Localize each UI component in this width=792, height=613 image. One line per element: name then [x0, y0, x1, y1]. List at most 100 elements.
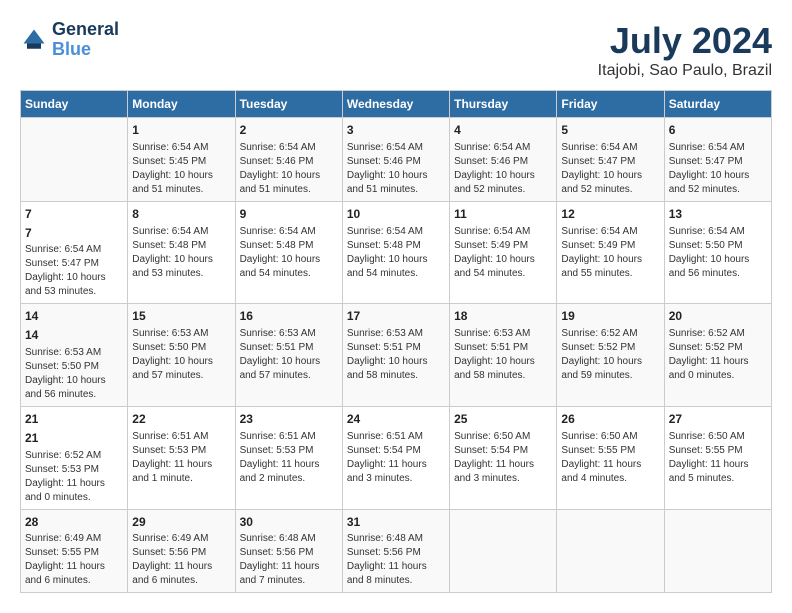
- calendar-body: 1 Sunrise: 6:54 AMSunset: 5:45 PMDaylight…: [21, 118, 772, 593]
- cell-details: Sunrise: 6:54 AMSunset: 5:46 PMDaylight:…: [454, 141, 552, 197]
- day-number: 29: [132, 514, 230, 531]
- cell-details: Sunrise: 6:49 AMSunset: 5:56 PMDaylight:…: [132, 532, 230, 588]
- calendar-cell: 26 Sunrise: 6:50 AMSunset: 5:55 PMDayligh…: [557, 406, 664, 509]
- col-wednesday: Wednesday: [342, 91, 449, 118]
- calendar-row: 14 14 Sunrise: 6:53 AMSunset: 5:50 PMDayli…: [21, 304, 772, 407]
- logo-icon: [20, 26, 48, 54]
- cell-details: Sunrise: 6:54 AMSunset: 5:46 PMDaylight:…: [240, 141, 338, 197]
- cell-details: Sunrise: 6:53 AMSunset: 5:50 PMDaylight:…: [132, 327, 230, 383]
- calendar-cell: 11Sunrise: 6:54 AMSunset: 5:49 PMDayligh…: [450, 201, 557, 304]
- calendar-cell: 25Sunrise: 6:50 AMSunset: 5:54 PMDayligh…: [450, 406, 557, 509]
- calendar-row: 1 Sunrise: 6:54 AMSunset: 5:45 PMDaylight…: [21, 118, 772, 202]
- day-number: 30: [240, 514, 338, 531]
- calendar-cell: 20 Sunrise: 6:52 AMSunset: 5:52 PMDayligh…: [664, 304, 771, 407]
- col-saturday: Saturday: [664, 91, 771, 118]
- day-number: 2: [240, 122, 338, 139]
- calendar-cell: 30Sunrise: 6:48 AMSunset: 5:56 PMDayligh…: [235, 509, 342, 593]
- calendar-cell: 4 Sunrise: 6:54 AMSunset: 5:46 PMDaylight…: [450, 118, 557, 202]
- day-number: 14: [25, 308, 123, 325]
- day-number: 7: [25, 206, 123, 223]
- day-number: 21: [25, 411, 123, 428]
- calendar-cell: 9 Sunrise: 6:54 AMSunset: 5:48 PMDaylight…: [235, 201, 342, 304]
- calendar-cell: 21 21 Sunrise: 6:52 AMSunset: 5:53 PMDayli…: [21, 406, 128, 509]
- calendar-cell: 17 Sunrise: 6:53 AMSunset: 5:51 PMDayligh…: [342, 304, 449, 407]
- calendar-table: Sunday Monday Tuesday Wednesday Thursday…: [20, 90, 772, 593]
- logo-text: General Blue: [52, 20, 119, 60]
- calendar-cell: 1 Sunrise: 6:54 AMSunset: 5:45 PMDaylight…: [128, 118, 235, 202]
- cell-details: Sunrise: 6:54 AMSunset: 5:47 PMDaylight:…: [669, 141, 767, 197]
- calendar-cell: 10Sunrise: 6:54 AMSunset: 5:48 PMDayligh…: [342, 201, 449, 304]
- col-tuesday: Tuesday: [235, 91, 342, 118]
- calendar-cell: 31Sunrise: 6:48 AMSunset: 5:56 PMDayligh…: [342, 509, 449, 593]
- cell-details: Sunrise: 6:50 AMSunset: 5:54 PMDaylight:…: [454, 430, 552, 486]
- col-sunday: Sunday: [21, 91, 128, 118]
- cell-details: Sunrise: 6:54 AMSunset: 5:47 PMDaylight:…: [25, 243, 123, 299]
- day-number: 21: [25, 430, 123, 447]
- col-thursday: Thursday: [450, 91, 557, 118]
- day-number: 27: [669, 411, 767, 428]
- calendar-cell: 13Sunrise: 6:54 AMSunset: 5:50 PMDayligh…: [664, 201, 771, 304]
- day-number: 4: [454, 122, 552, 139]
- day-number: 5: [561, 122, 659, 139]
- calendar-cell: 15 Sunrise: 6:53 AMSunset: 5:50 PMDayligh…: [128, 304, 235, 407]
- day-number: 18: [454, 308, 552, 325]
- day-number: 10: [347, 206, 445, 223]
- cell-details: Sunrise: 6:50 AMSunset: 5:55 PMDaylight:…: [669, 430, 767, 486]
- day-number: 26: [561, 411, 659, 428]
- cell-details: Sunrise: 6:52 AMSunset: 5:53 PMDaylight:…: [25, 449, 123, 505]
- cell-details: Sunrise: 6:54 AMSunset: 5:45 PMDaylight:…: [132, 141, 230, 197]
- day-number: 15: [132, 308, 230, 325]
- calendar-cell: 29Sunrise: 6:49 AMSunset: 5:56 PMDayligh…: [128, 509, 235, 593]
- logo: General Blue: [20, 20, 119, 60]
- calendar-cell: 24Sunrise: 6:51 AMSunset: 5:54 PMDayligh…: [342, 406, 449, 509]
- day-number: 20: [669, 308, 767, 325]
- calendar-cell: [450, 509, 557, 593]
- cell-details: Sunrise: 6:54 AMSunset: 5:47 PMDaylight:…: [561, 141, 659, 197]
- calendar-cell: 23Sunrise: 6:51 AMSunset: 5:53 PMDayligh…: [235, 406, 342, 509]
- calendar-cell: 28Sunrise: 6:49 AMSunset: 5:55 PMDayligh…: [21, 509, 128, 593]
- calendar-cell: 14 14 Sunrise: 6:53 AMSunset: 5:50 PMDayli…: [21, 304, 128, 407]
- day-number: 16: [240, 308, 338, 325]
- day-number: 14: [25, 327, 123, 344]
- day-number: 6: [669, 122, 767, 139]
- cell-details: Sunrise: 6:54 AMSunset: 5:50 PMDaylight:…: [669, 225, 767, 281]
- calendar-cell: 2 Sunrise: 6:54 AMSunset: 5:46 PMDaylight…: [235, 118, 342, 202]
- cell-details: Sunrise: 6:48 AMSunset: 5:56 PMDaylight:…: [240, 532, 338, 588]
- calendar-cell: [664, 509, 771, 593]
- title-block: July 2024 Itajobi, Sao Paulo, Brazil: [598, 20, 772, 80]
- calendar-row: 28Sunrise: 6:49 AMSunset: 5:55 PMDayligh…: [21, 509, 772, 593]
- cell-details: Sunrise: 6:53 AMSunset: 5:51 PMDaylight:…: [347, 327, 445, 383]
- cell-details: Sunrise: 6:51 AMSunset: 5:53 PMDaylight:…: [240, 430, 338, 486]
- main-title: July 2024: [598, 20, 772, 62]
- day-number: 22: [132, 411, 230, 428]
- calendar-cell: 3Sunrise: 6:54 AMSunset: 5:46 PMDaylight…: [342, 118, 449, 202]
- day-number: 7: [25, 225, 123, 242]
- day-number: 17: [347, 308, 445, 325]
- day-number: 11: [454, 206, 552, 223]
- calendar-cell: 16Sunrise: 6:53 AMSunset: 5:51 PMDayligh…: [235, 304, 342, 407]
- calendar-cell: 77Sunrise: 6:54 AMSunset: 5:47 PMDayligh…: [21, 201, 128, 304]
- cell-details: Sunrise: 6:54 AMSunset: 5:48 PMDaylight:…: [132, 225, 230, 281]
- day-number: 1: [132, 122, 230, 139]
- cell-details: Sunrise: 6:50 AMSunset: 5:55 PMDaylight:…: [561, 430, 659, 486]
- cell-details: Sunrise: 6:48 AMSunset: 5:56 PMDaylight:…: [347, 532, 445, 588]
- calendar-cell: 27 Sunrise: 6:50 AMSunset: 5:55 PMDayligh…: [664, 406, 771, 509]
- col-friday: Friday: [557, 91, 664, 118]
- cell-details: Sunrise: 6:54 AMSunset: 5:48 PMDaylight:…: [240, 225, 338, 281]
- cell-details: Sunrise: 6:52 AMSunset: 5:52 PMDaylight:…: [669, 327, 767, 383]
- calendar-row: 77Sunrise: 6:54 AMSunset: 5:47 PMDayligh…: [21, 201, 772, 304]
- calendar-cell: 19Sunrise: 6:52 AMSunset: 5:52 PMDayligh…: [557, 304, 664, 407]
- cell-details: Sunrise: 6:52 AMSunset: 5:52 PMDaylight:…: [561, 327, 659, 383]
- day-number: 9: [240, 206, 338, 223]
- calendar-cell: [557, 509, 664, 593]
- subtitle: Itajobi, Sao Paulo, Brazil: [598, 62, 772, 80]
- cell-details: Sunrise: 6:54 AMSunset: 5:46 PMDaylight:…: [347, 141, 445, 197]
- cell-details: Sunrise: 6:53 AMSunset: 5:50 PMDaylight:…: [25, 346, 123, 402]
- day-number: 31: [347, 514, 445, 531]
- calendar-row: 21 21 Sunrise: 6:52 AMSunset: 5:53 PMDayli…: [21, 406, 772, 509]
- calendar-cell: 18Sunrise: 6:53 AMSunset: 5:51 PMDayligh…: [450, 304, 557, 407]
- cell-details: Sunrise: 6:51 AMSunset: 5:53 PMDaylight:…: [132, 430, 230, 486]
- calendar-cell: 12Sunrise: 6:54 AMSunset: 5:49 PMDayligh…: [557, 201, 664, 304]
- col-monday: Monday: [128, 91, 235, 118]
- calendar-cell: 6 Sunrise: 6:54 AMSunset: 5:47 PMDaylight…: [664, 118, 771, 202]
